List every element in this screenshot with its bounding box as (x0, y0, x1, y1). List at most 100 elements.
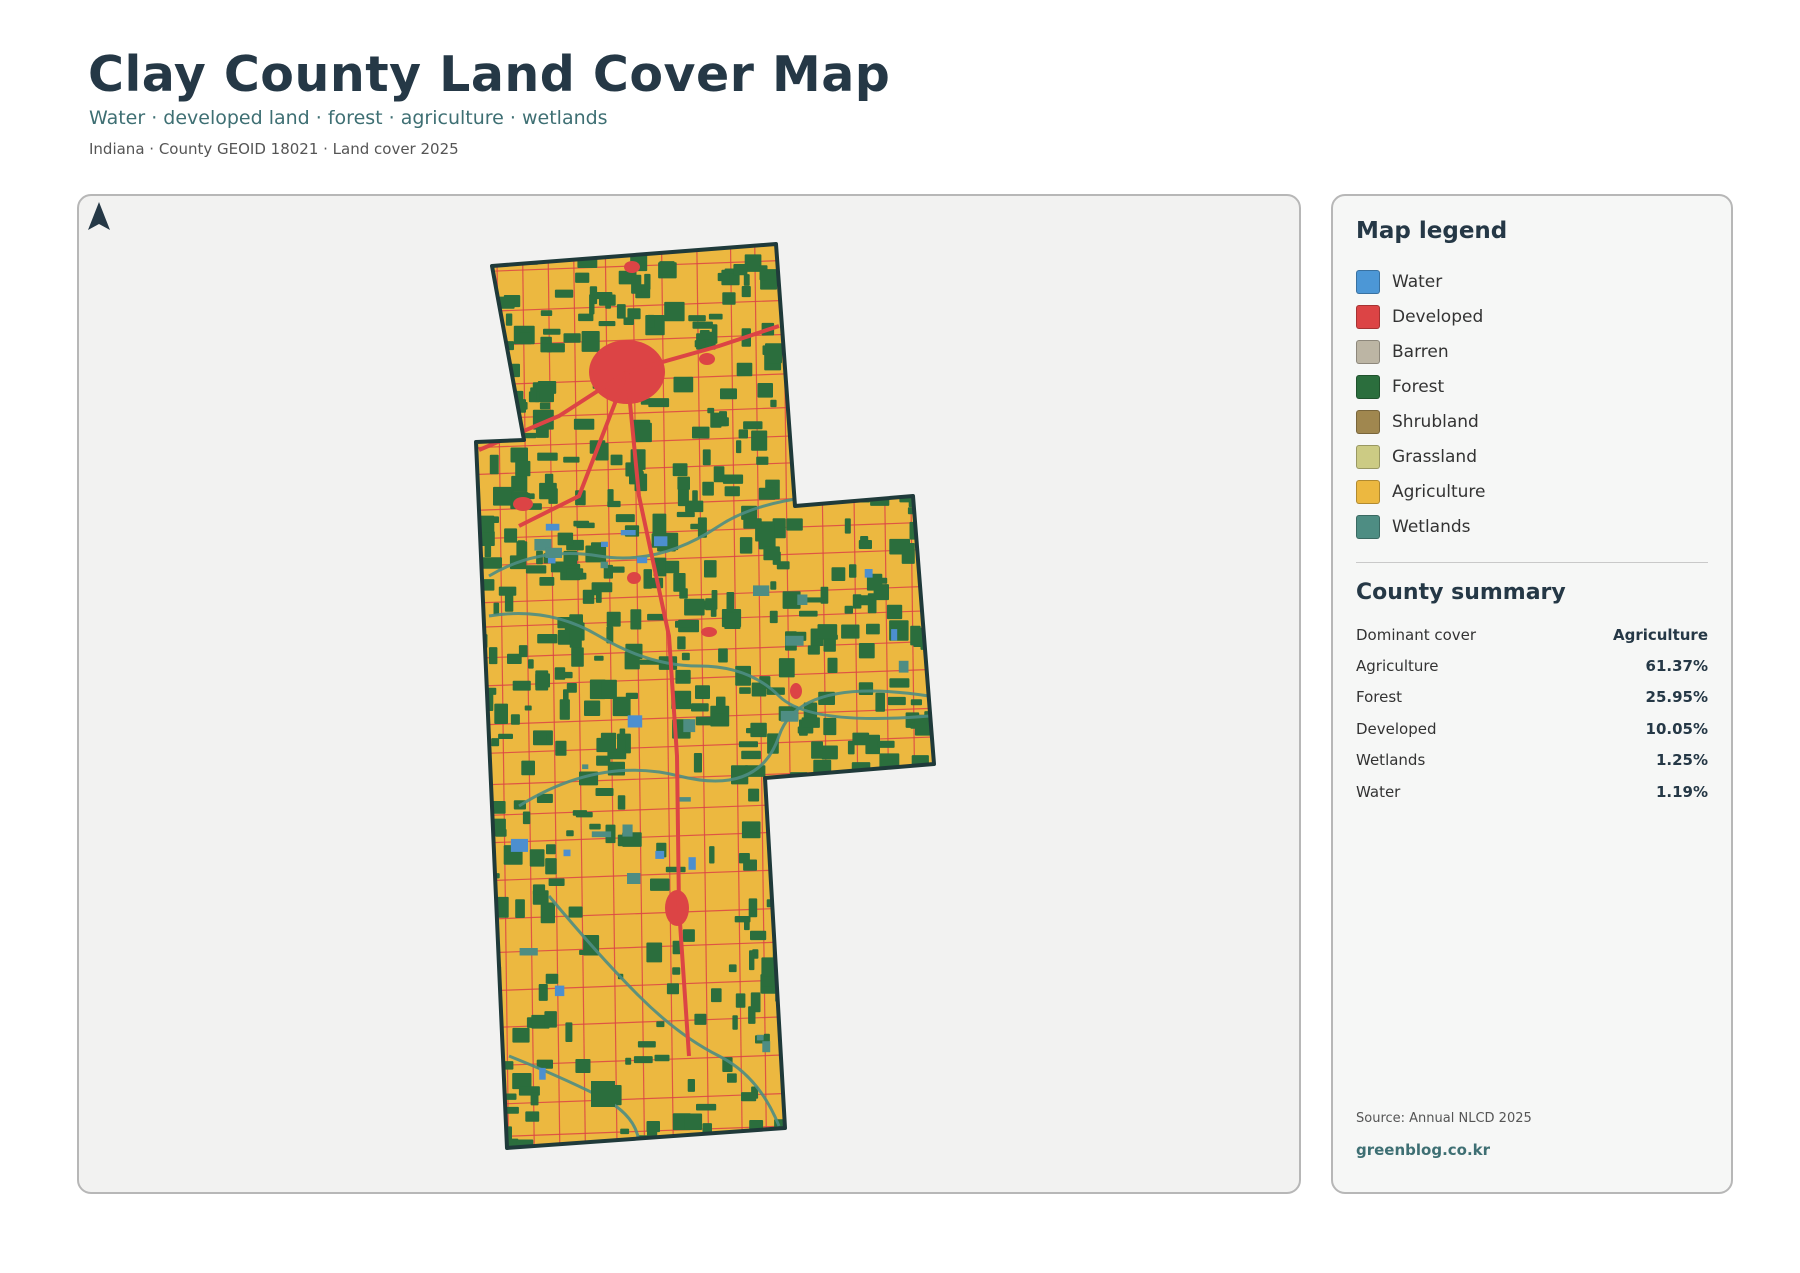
forest-patch (853, 915, 869, 937)
legend-item-barren: Barren (1356, 334, 1486, 369)
forest-patch (584, 700, 601, 716)
forest-patch (694, 1013, 707, 1025)
summary-table: Dominant cover Agriculture Agriculture 6… (1356, 619, 1708, 807)
forest-patch (489, 454, 499, 475)
forest-patch (904, 443, 912, 457)
forest-patch (724, 1150, 744, 1170)
forest-patch (811, 741, 823, 759)
forest-swatch (1356, 374, 1380, 399)
forest-patch (861, 886, 875, 906)
forest-patch (895, 1101, 913, 1123)
forest-patch (784, 291, 804, 297)
forest-patch (854, 980, 865, 990)
forest-patch (510, 447, 528, 463)
forest-patch (827, 657, 838, 673)
forest-patch (673, 376, 694, 393)
summary-key: Wetlands (1356, 751, 1426, 770)
summary-title: County summary (1356, 580, 1566, 605)
wetland-patch (547, 557, 556, 564)
forest-patch (820, 1132, 838, 1148)
forest-patch (528, 659, 534, 669)
forest-patch (495, 390, 513, 412)
summary-row: Forest 25.95% (1356, 682, 1708, 713)
forest-patch (544, 473, 554, 487)
wetland-patch (814, 938, 832, 949)
forest-patch (692, 426, 710, 439)
wetland-patch (636, 557, 648, 564)
brand-link[interactable]: greenblog.co.kr (1356, 1141, 1490, 1159)
forest-patch (860, 1007, 874, 1017)
forest-patch (548, 878, 565, 886)
forest-patch (842, 792, 859, 801)
forest-patch (716, 696, 726, 714)
forest-block (591, 1081, 615, 1107)
forest-patch (538, 984, 548, 1001)
forest-patch (633, 1056, 653, 1064)
forest-patch (917, 540, 934, 552)
forest-patch (695, 716, 712, 726)
forest-patch (682, 929, 695, 942)
forest-patch (579, 949, 597, 955)
forest-patch (529, 849, 545, 867)
forest-patch (486, 346, 497, 354)
forest-patch (931, 773, 934, 780)
legend-label: Grassland (1392, 446, 1477, 467)
forest-patch (518, 251, 535, 262)
forest-patch (812, 852, 829, 871)
forest-patch (888, 384, 894, 393)
forest-patch (751, 430, 768, 451)
forest-patch (524, 432, 537, 439)
shrubland-swatch (1356, 409, 1380, 434)
forest-patch (807, 406, 820, 426)
forest-patch (806, 597, 827, 603)
forest-patch (936, 252, 943, 269)
forest-patch (625, 1057, 632, 1065)
forest-patch (818, 880, 830, 894)
forest-patch (615, 514, 635, 523)
forest-patch (679, 588, 688, 599)
forest-patch (877, 740, 895, 748)
forest-patch (702, 449, 711, 466)
forest-patch (858, 1092, 869, 1108)
forest-patch (511, 475, 528, 492)
forest-patch (589, 286, 598, 305)
forest-patch (664, 301, 685, 322)
forest-patch (926, 418, 934, 424)
map-panel[interactable]: N (77, 194, 1301, 1194)
forest-patch (821, 839, 836, 846)
forest-patch (702, 481, 714, 496)
summary-row: Agriculture 61.37% (1356, 650, 1708, 681)
forest-patch (823, 880, 834, 892)
forest-patch (909, 951, 916, 959)
legend-label: Agriculture (1392, 481, 1486, 502)
wetland-patch (622, 824, 633, 837)
forest-patch (907, 507, 928, 515)
forest-patch (816, 381, 828, 400)
forest-patch (540, 732, 547, 745)
forest-patch (858, 781, 867, 795)
legend-label: Forest (1392, 376, 1445, 397)
forest-patch (890, 425, 909, 438)
wetland-patch (683, 719, 696, 733)
page-title: Clay County Land Cover Map (88, 46, 891, 103)
forest-patch (489, 647, 498, 665)
forest-patch (519, 332, 532, 345)
forest-patch (858, 643, 875, 659)
land-cover-map[interactable] (79, 196, 1301, 1194)
forest-patch (777, 830, 784, 845)
forest-patch (858, 682, 874, 695)
forest-patch (494, 703, 508, 724)
page-subtitle: Water · developed land · forest · agricu… (89, 107, 608, 129)
forest-patch (841, 298, 849, 310)
forest-patch (889, 538, 910, 555)
forest-patch (851, 450, 861, 470)
forest-patch (845, 888, 862, 906)
forest-patch (610, 454, 623, 466)
forest-patch (913, 464, 929, 475)
forest-patch (480, 391, 498, 407)
forest-patch (939, 607, 958, 613)
forest-patch (815, 388, 833, 398)
forest-patch (874, 255, 893, 275)
forest-patch (757, 383, 773, 398)
forest-patch (909, 1041, 920, 1052)
